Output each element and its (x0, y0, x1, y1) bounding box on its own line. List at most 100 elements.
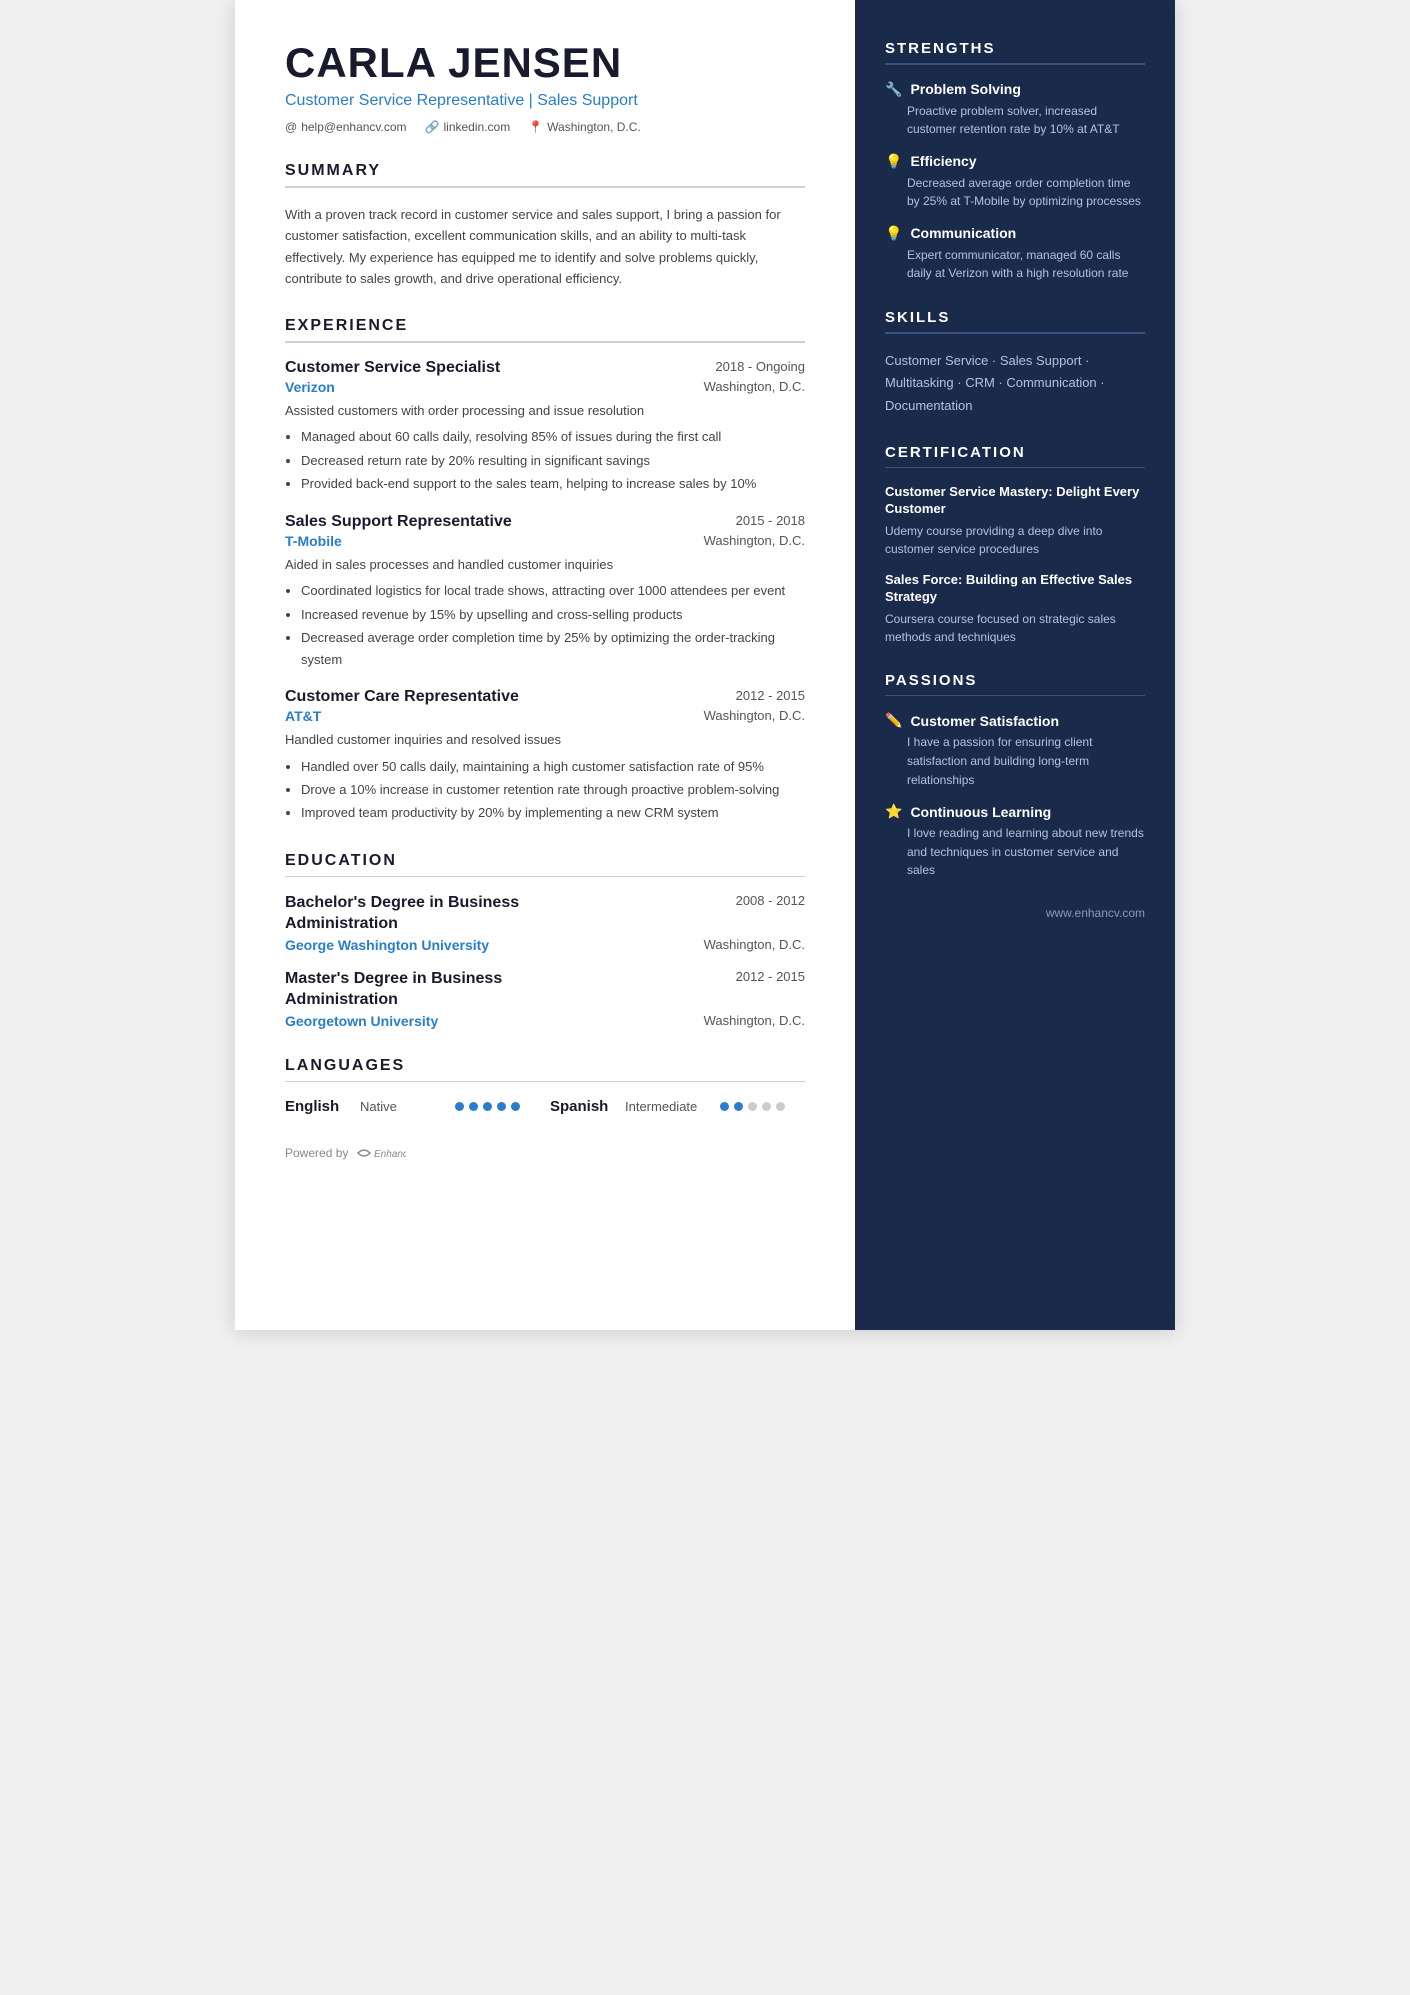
languages-section: LANGUAGES English Native (285, 1057, 805, 1116)
email-address: help@enhancv.com (301, 120, 406, 134)
languages-title: LANGUAGES (285, 1057, 805, 1075)
strength-desc-1: Decreased average order completion time … (885, 174, 1145, 211)
dot (748, 1102, 757, 1111)
strength-name-2: Communication (910, 225, 1016, 241)
edu-location-1: Washington, D.C. (704, 1013, 805, 1029)
edu-date-0: 2008 - 2012 (736, 893, 805, 935)
job-title-1: Sales Support Representative (285, 513, 512, 531)
skills-section: SKILLS Customer Service · Sales Support … (885, 309, 1145, 418)
job-desc-0: Assisted customers with order processing… (285, 401, 805, 421)
job-date-1: 2015 - 2018 (736, 513, 805, 528)
languages-divider (285, 1081, 805, 1083)
candidate-name: CARLA JENSEN (285, 40, 805, 86)
footer-right: www.enhancv.com (885, 906, 1145, 920)
website-url: www.enhancv.com (1046, 906, 1145, 920)
languages-row: English Native Spanish Intermediate (285, 1098, 805, 1115)
job-item: Customer Service Specialist 2018 - Ongoi… (285, 359, 805, 495)
cert-name-1: Sales Force: Building an Effective Sales… (885, 572, 1145, 606)
certification-title: CERTIFICATION (885, 444, 1145, 461)
dot (762, 1102, 771, 1111)
university-0: George Washington University (285, 937, 489, 953)
edu-date-1: 2012 - 2015 (736, 969, 805, 1011)
bulb-icon: 💡 (885, 153, 902, 170)
strength-item-2: 💡 Communication Expert communicator, man… (885, 225, 1145, 283)
dot (776, 1102, 785, 1111)
enhancv-logo-icon: Enhancv (356, 1145, 406, 1161)
candidate-title: Customer Service Representative | Sales … (285, 92, 805, 110)
email-icon: @ (285, 120, 297, 134)
job-location-0: Washington, D.C. (704, 379, 805, 395)
summary-title: SUMMARY (285, 162, 805, 180)
language-dots-1 (720, 1102, 785, 1111)
passions-section: PASSIONS ✏️ Customer Satisfaction I have… (885, 672, 1145, 880)
education-section: EDUCATION Bachelor's Degree in Business … (285, 852, 805, 1029)
passion-item-0: ✏️ Customer Satisfaction I have a passio… (885, 712, 1145, 789)
skills-title: SKILLS (885, 309, 1145, 326)
job-company-2: AT&T (285, 708, 321, 724)
experience-title: EXPERIENCE (285, 317, 805, 335)
job-location-2: Washington, D.C. (704, 708, 805, 724)
experience-divider (285, 341, 805, 343)
svg-text:Enhancv: Enhancv (374, 1149, 406, 1160)
cert-name-0: Customer Service Mastery: Delight Every … (885, 484, 1145, 518)
degree-1: Master's Degree in Business Administrati… (285, 969, 605, 1011)
job-item: Customer Care Representative 2012 - 2015… (285, 688, 805, 824)
dot (497, 1102, 506, 1111)
bullet-item: Increased revenue by 15% by upselling an… (301, 604, 805, 625)
job-title-2: Customer Care Representative (285, 688, 519, 706)
linkedin-icon: 🔗 (425, 120, 440, 134)
cert-desc-0: Udemy course providing a deep dive into … (885, 522, 1145, 558)
bullet-item: Improved team productivity by 20% by imp… (301, 802, 805, 823)
experience-section: EXPERIENCE Customer Service Specialist 2… (285, 317, 805, 823)
job-company-1: T-Mobile (285, 533, 342, 549)
job-item: Sales Support Representative 2015 - 2018… (285, 513, 805, 670)
passion-desc-0: I have a passion for ensuring client sat… (885, 733, 1145, 789)
passion-desc-1: I love reading and learning about new tr… (885, 824, 1145, 880)
bullet-item: Handled over 50 calls daily, maintaining… (301, 756, 805, 777)
language-item-english: English Native (285, 1098, 520, 1115)
cert-item-0: Customer Service Mastery: Delight Every … (885, 484, 1145, 558)
dot (483, 1102, 492, 1111)
job-title-0: Customer Service Specialist (285, 359, 500, 377)
education-divider (285, 876, 805, 878)
bullet-item: Provided back-end support to the sales t… (301, 473, 805, 494)
degree-0: Bachelor's Degree in Business Administra… (285, 893, 605, 935)
language-level-1: Intermediate (625, 1099, 710, 1114)
strength-item-1: 💡 Efficiency Decreased average order com… (885, 153, 1145, 211)
summary-section: SUMMARY With a proven track record in cu… (285, 162, 805, 289)
job-bullets-1: Coordinated logistics for local trade sh… (285, 580, 805, 670)
edu-location-0: Washington, D.C. (704, 937, 805, 953)
dot (734, 1102, 743, 1111)
bullet-item: Decreased return rate by 20% resulting i… (301, 450, 805, 471)
language-level-0: Native (360, 1099, 445, 1114)
education-item: Bachelor's Degree in Business Administra… (285, 893, 805, 953)
strength-desc-2: Expert communicator, managed 60 calls da… (885, 246, 1145, 283)
satisfaction-icon: ✏️ (885, 712, 902, 729)
job-company-0: Verizon (285, 379, 335, 395)
wrench-icon: 🔧 (885, 81, 902, 98)
dot (469, 1102, 478, 1111)
certification-divider (885, 467, 1145, 469)
powered-by-label: Powered by (285, 1146, 348, 1160)
job-desc-2: Handled customer inquiries and resolved … (285, 730, 805, 750)
dot (511, 1102, 520, 1111)
location-icon: 📍 (528, 120, 543, 134)
job-bullets-2: Handled over 50 calls daily, maintaining… (285, 756, 805, 824)
strengths-title: STRENGTHS (885, 40, 1145, 57)
job-date-0: 2018 - Ongoing (715, 359, 805, 374)
job-bullets-0: Managed about 60 calls daily, resolving … (285, 426, 805, 494)
contact-info: @ help@enhancv.com 🔗 linkedin.com 📍 Wash… (285, 120, 805, 134)
bulb2-icon: 💡 (885, 225, 902, 242)
education-title: EDUCATION (285, 852, 805, 870)
education-item: Master's Degree in Business Administrati… (285, 969, 805, 1029)
right-column: STRENGTHS 🔧 Problem Solving Proactive pr… (855, 0, 1175, 1330)
skills-text: Customer Service · Sales Support · Multi… (885, 350, 1145, 418)
linkedin-url: linkedin.com (444, 120, 511, 134)
job-location-1: Washington, D.C. (704, 533, 805, 549)
strength-name-0: Problem Solving (910, 81, 1020, 97)
cert-desc-1: Coursera course focused on strategic sal… (885, 610, 1145, 646)
summary-text: With a proven track record in customer s… (285, 204, 805, 290)
passions-title: PASSIONS (885, 672, 1145, 689)
bullet-item: Managed about 60 calls daily, resolving … (301, 426, 805, 447)
strengths-divider (885, 63, 1145, 65)
